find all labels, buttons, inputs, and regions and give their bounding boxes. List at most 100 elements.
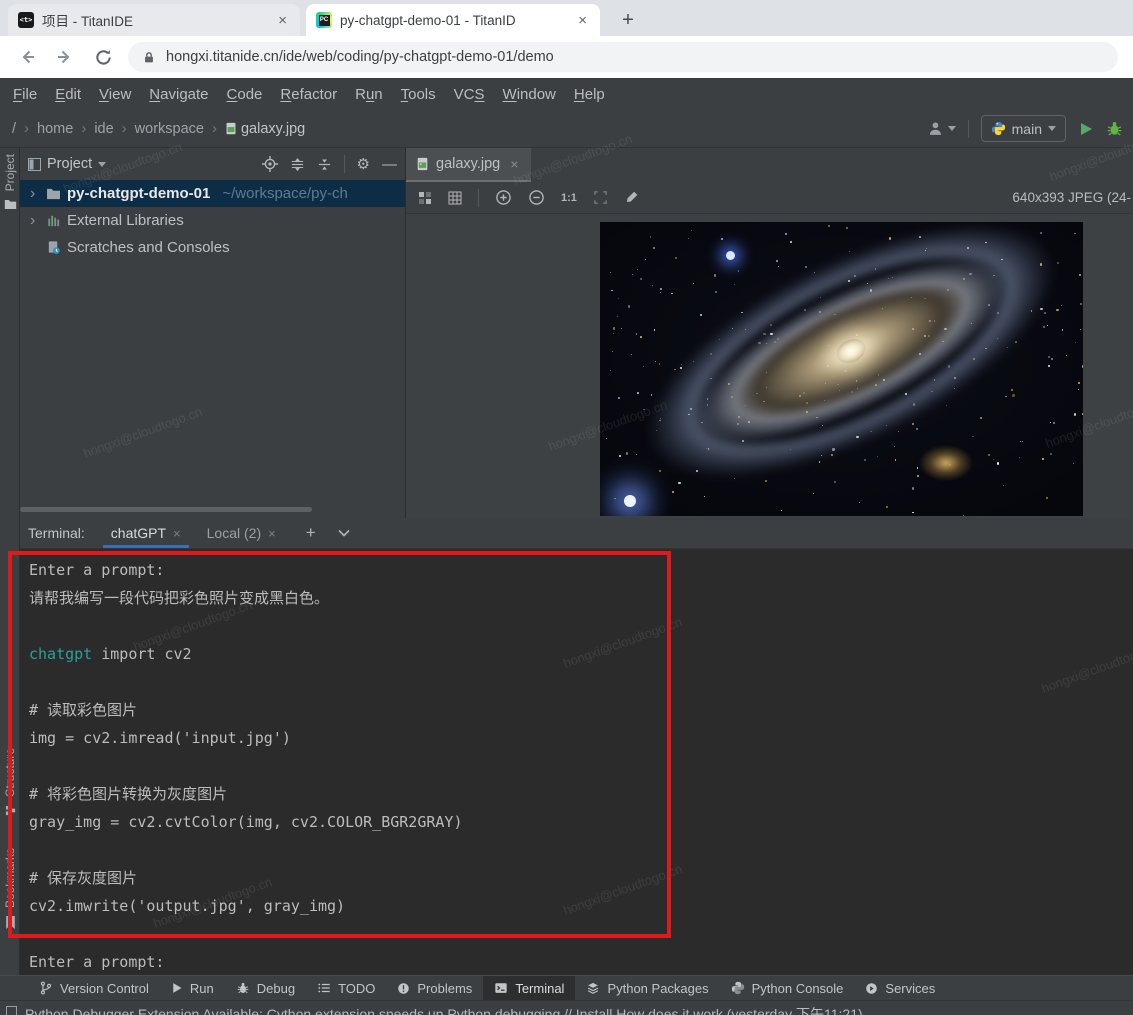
menu-help[interactable]: Help — [565, 86, 614, 103]
breadcrumb-item[interactable]: galaxy.jpg — [223, 121, 307, 137]
bright-corner-star — [624, 495, 637, 508]
breadcrumb-item[interactable]: home — [35, 121, 75, 137]
toolwindow-python-console[interactable]: Python Console — [720, 976, 855, 1001]
status-notification[interactable]: Python Debugger Extension Available: Cyt… — [0, 1000, 1133, 1015]
menu-refactor[interactable]: Refactor — [271, 86, 346, 103]
toolwindow-problems[interactable]: Problems — [386, 976, 483, 1001]
horizontal-scrollbar[interactable] — [20, 507, 312, 512]
close-tab-icon[interactable]: × — [507, 156, 521, 172]
breadcrumb-item[interactable]: workspace — [133, 121, 206, 137]
stripe-tab-project[interactable]: Project — [0, 154, 20, 210]
chevron-right-icon: › — [24, 120, 30, 137]
zoom-in-icon[interactable] — [495, 189, 512, 206]
packages-icon — [586, 981, 600, 995]
blue-star — [725, 251, 735, 261]
close-tab-icon[interactable]: × — [575, 12, 590, 29]
browser-tab-titanide[interactable]: <t> 项目 - TitanIDE × — [8, 4, 300, 36]
menu-navigate[interactable]: Navigate — [140, 86, 217, 103]
menu-view[interactable]: View — [90, 86, 140, 103]
galaxy-image[interactable] — [600, 222, 1083, 516]
hide-panel-icon[interactable]: — — [382, 156, 397, 173]
debug-button[interactable] — [1106, 120, 1123, 137]
toolwindow-terminal[interactable]: Terminal — [483, 975, 576, 1001]
stripe-label-project: Project — [3, 154, 17, 192]
tree-item-external-libraries[interactable]: › External Libraries — [20, 207, 405, 234]
close-icon[interactable]: × — [173, 526, 181, 541]
toolwindow-run[interactable]: Run — [160, 976, 225, 1001]
breadcrumb-item[interactable]: / — [10, 121, 18, 137]
transparency-chessboard-icon[interactable] — [418, 191, 432, 205]
galaxy-body — [600, 222, 1083, 516]
services-icon — [865, 982, 878, 995]
toolwindow-services[interactable]: Services — [854, 976, 946, 1001]
expand-all-icon[interactable] — [290, 157, 305, 172]
project-panel-title[interactable]: Project — [47, 156, 92, 172]
menu-vcs[interactable]: VCS — [445, 86, 494, 103]
stripe-tab-bookmarks[interactable]: Bookmarks — [0, 848, 20, 930]
browser-tab-pycharm-demo[interactable]: PC py-chatgpt-demo-01 - TitanID × — [306, 4, 600, 36]
menu-code[interactable]: Code — [218, 86, 272, 103]
terminal-output[interactable]: Enter a prompt: 请帮我编写一段代码把彩色照片变成黑白色。 chat… — [20, 549, 1133, 975]
menu-edit[interactable]: Edit — [46, 86, 90, 103]
collapse-all-icon[interactable] — [317, 157, 332, 172]
toolwindow-python-packages[interactable]: Python Packages — [575, 976, 719, 1001]
run-button[interactable] — [1078, 121, 1094, 137]
stripe-tab-structure[interactable]: Structure — [0, 748, 20, 816]
tree-item-project-root[interactable]: › py-chatgpt-demo-01 ~/workspace/py-ch — [20, 180, 405, 207]
bug-icon — [236, 981, 250, 995]
close-tab-icon[interactable]: × — [275, 12, 290, 29]
image-toolbar: 1:1 640x393 JPEG (24- — [406, 182, 1133, 214]
new-tab-button[interactable]: + — [614, 6, 642, 34]
locate-file-icon[interactable] — [261, 156, 278, 172]
chevron-right-icon: › — [121, 120, 127, 137]
navigation-bar: / › home › ide › workspace › galaxy.jpg main — [0, 110, 1133, 148]
chevron-down-icon[interactable] — [338, 529, 350, 537]
image-viewer — [406, 214, 1133, 518]
actual-size-button[interactable]: 1:1 — [561, 192, 577, 204]
url-text: hongxi.titanide.cn/ide/web/coding/py-cha… — [166, 49, 554, 65]
zoom-out-icon[interactable] — [528, 189, 545, 206]
menu-file[interactable]: File — [4, 86, 46, 103]
terminal-tab-chatgpt[interactable]: chatGPT × — [102, 525, 189, 548]
toolwindow-todo[interactable]: TODO — [306, 976, 386, 1001]
notification-icon — [6, 1006, 17, 1015]
chevron-right-icon[interactable]: › — [30, 185, 40, 203]
forward-icon[interactable] — [54, 46, 76, 68]
terminal-line: Enter a prompt: — [29, 561, 165, 579]
settings-gear-icon[interactable]: ⚙ — [357, 155, 370, 173]
branch-icon — [39, 981, 53, 995]
terminal-line: # 将彩色图片转换为灰度图片 — [29, 785, 228, 803]
toolwindow-icon — [28, 157, 41, 171]
menu-tools[interactable]: Tools — [392, 86, 445, 103]
chevron-right-icon: › — [211, 120, 217, 137]
grid-lines-icon[interactable] — [448, 191, 462, 205]
menu-bar: File Edit View Navigate Code Refactor Run Tools… — [0, 78, 1133, 110]
close-icon[interactable]: × — [268, 526, 276, 541]
editor-area: galaxy.jpg × 1:1 640x393 JPEG (24- — [406, 148, 1133, 518]
user-accounts-button[interactable] — [928, 121, 956, 136]
color-picker-icon[interactable] — [624, 190, 639, 205]
chevron-right-icon[interactable]: › — [30, 212, 40, 230]
back-icon[interactable] — [16, 46, 38, 68]
toolwindow-version-control[interactable]: Version Control — [28, 976, 160, 1001]
folder-icon — [46, 188, 61, 200]
divider — [478, 188, 479, 207]
refresh-icon[interactable] — [92, 46, 114, 68]
fit-zoom-icon[interactable] — [593, 190, 608, 205]
breadcrumb-item[interactable]: ide — [92, 121, 115, 137]
editor-tab-galaxy[interactable]: galaxy.jpg × — [406, 148, 532, 182]
run-configuration-select[interactable]: main — [980, 115, 1066, 142]
todo-icon — [317, 981, 331, 995]
chevron-down-icon[interactable] — [98, 161, 107, 167]
menu-window[interactable]: Window — [494, 86, 565, 103]
terminal-tab-local[interactable]: Local (2) × — [207, 525, 276, 541]
menu-run[interactable]: Run — [346, 86, 392, 103]
folder-icon — [4, 199, 17, 210]
new-terminal-button[interactable]: + — [306, 523, 316, 543]
address-bar[interactable]: hongxi.titanide.cn/ide/web/coding/py-cha… — [128, 42, 1118, 72]
tree-item-scratches[interactable]: Scratches and Consoles — [20, 234, 405, 261]
toolwindow-debug[interactable]: Debug — [225, 976, 306, 1001]
